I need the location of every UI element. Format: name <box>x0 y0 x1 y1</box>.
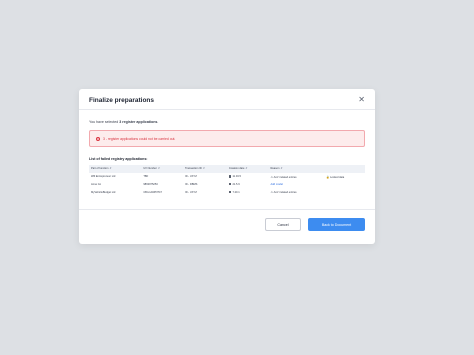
column-header-part-of-function[interactable]: Part of function⇵ <box>89 165 141 173</box>
cell-date: 21.5.9 <box>227 181 269 188</box>
table-row[interactable]: Will Entrepreneur Ltd TBF ID - UXYZ 11.0… <box>89 173 365 181</box>
reason-link[interactable]: Add model <box>270 183 282 186</box>
cell-tx: ID - UXYZ <box>184 190 197 194</box>
failed-list-label: List of failed registry applications: <box>89 157 148 161</box>
cell-reason: Add model <box>268 181 324 188</box>
cell-date: 7.20.1 <box>227 188 269 196</box>
cell-uv: 9863975253 <box>143 182 158 186</box>
modal-body: You have selected 3 register application… <box>79 120 375 196</box>
cell-name: Anne Co <box>91 182 102 186</box>
error-alert: ! 3 - register applications could not be… <box>89 130 365 147</box>
modal-title: Finalize preparations <box>89 96 155 104</box>
failed-applications-table: Part of function⇵ UV Number⇵ Transaction… <box>89 165 365 196</box>
cell-name: Will Entrepreneur Ltd <box>91 175 116 179</box>
column-header-transaction-id[interactable]: Transaction ID⇵ <box>183 165 227 173</box>
alert-circle-icon: ! <box>96 136 100 141</box>
column-header-uv-number[interactable]: UV Number⇵ <box>141 165 183 173</box>
close-icon[interactable]: ✕ <box>358 96 365 104</box>
sort-icon: ⇵ <box>202 167 205 171</box>
cell-uv: TBF <box>143 175 149 179</box>
cell-tx: ID - DBMS <box>184 182 198 186</box>
cell-extra <box>324 181 365 188</box>
column-header-extra <box>324 165 365 173</box>
sort-icon: ⇵ <box>157 167 160 171</box>
cancel-button[interactable]: Cancel <box>265 218 301 231</box>
cell-tx: ID - UXYZ <box>184 175 197 179</box>
intro-text: You have selected 3 register application… <box>89 120 365 124</box>
sort-icon: ⇵ <box>109 167 112 171</box>
cell-uv: CBnvv94PNT47 <box>143 190 162 194</box>
intro-suffix: . <box>157 120 159 124</box>
cell-date: 11.04.5 <box>227 173 269 181</box>
table-row[interactable]: MyVehicleBudget Ltd CBnvv94PNT47 ID - UX… <box>89 188 365 196</box>
cell-extra <box>324 188 365 196</box>
column-header-creation-date[interactable]: Creation date⇵ <box>227 165 269 173</box>
cell-name: MyVehicleBudget Ltd <box>91 190 116 194</box>
sort-icon: ⇵ <box>245 167 248 171</box>
table-header-row: Part of function⇵ UV Number⇵ Transaction… <box>89 165 365 173</box>
modal-header: Finalize preparations ✕ <box>79 91 375 110</box>
intro-count: 3 register applications <box>119 120 158 124</box>
back-to-document-button[interactable]: Back to Document <box>308 218 365 231</box>
cell-extra: 🔒Locked data <box>325 174 345 179</box>
column-header-reason[interactable]: Reason⇵ <box>268 165 324 173</box>
table-row[interactable]: Anne Co 9863975253 ID - DBMS 21.5.9 Add … <box>89 181 365 188</box>
modal-footer: Cancel Back to Document <box>79 209 375 244</box>
alert-message: 3 - register applications could not be c… <box>103 136 176 141</box>
cell-reason: ⚠Ann't related entries <box>270 190 297 195</box>
lock-icon: 🔒 <box>325 174 330 179</box>
finalize-modal: Finalize preparations ✕ You have selecte… <box>79 89 375 244</box>
cell-reason: ⚠Ann't related entries <box>270 174 297 179</box>
intro-prefix: You have selected <box>89 120 120 124</box>
sort-icon: ⇵ <box>280 167 283 171</box>
